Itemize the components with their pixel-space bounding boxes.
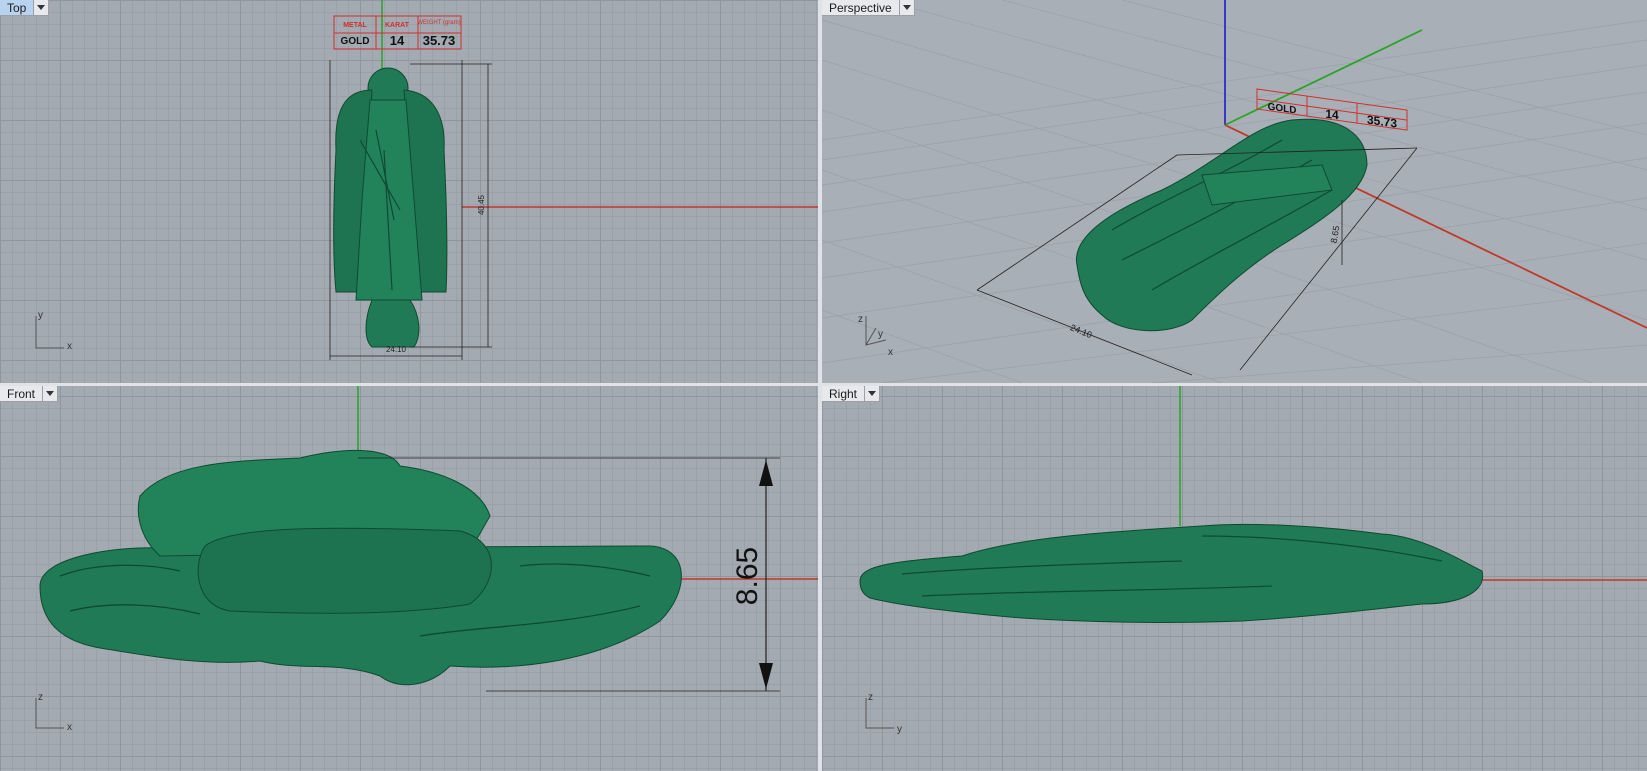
table-value-karat: 14	[1325, 107, 1339, 123]
angel-model-right[interactable]	[859, 523, 1484, 623]
angel-model-top[interactable]	[333, 67, 448, 348]
viewport-label[interactable]: Front	[0, 386, 44, 402]
table-value-weight: 35.73	[1367, 113, 1397, 131]
chevron-down-icon[interactable]	[43, 386, 59, 402]
viewport-right[interactable]: Right z y	[822, 386, 1647, 771]
axis-gizmo-top: y x	[35, 310, 72, 352]
table-value-karat: 14	[390, 33, 405, 48]
dimension-height-label: 8.65	[731, 547, 764, 605]
axis-label-z: z	[38, 692, 43, 703]
chevron-down-icon[interactable]	[34, 0, 50, 16]
table-value-weight: 35.73	[423, 33, 456, 48]
info-table: METAL KARAT WEIGHT (gram) GOLD 14 35.73	[333, 15, 462, 50]
y-axis-line	[1224, 29, 1423, 126]
viewport-label[interactable]: Right	[822, 386, 866, 402]
table-header-metal: METAL	[343, 22, 367, 29]
axis-label-z: z	[858, 314, 863, 325]
viewport-perspective[interactable]: Perspective GOLD 14 35.73 24.10 8.65 z y…	[822, 0, 1647, 383]
dimension-height-label: 8.65	[1329, 225, 1342, 244]
table-header-karat: KARAT	[385, 22, 410, 29]
angel-model-front[interactable]	[39, 450, 682, 686]
table-value-metal: GOLD	[341, 36, 370, 47]
viewport-area: Top METAL KARAT WEIGHT (gram) GOLD 14 35…	[0, 0, 1647, 771]
axis-label-y: y	[897, 724, 902, 735]
axis-label-x: x	[67, 341, 72, 352]
axis-label-x: x	[67, 722, 72, 733]
viewport-title-right[interactable]: Right	[822, 386, 881, 402]
dimension-width-label: 24.10	[1069, 322, 1094, 340]
viewport-title-front[interactable]: Front	[0, 386, 59, 402]
viewport-title-top[interactable]: Top	[0, 0, 50, 16]
dimension-height-label: 40.45	[477, 194, 486, 215]
right-scene: z y	[859, 386, 1647, 735]
axis-label-x: x	[888, 347, 893, 358]
viewport-title-perspective[interactable]: Perspective	[822, 0, 915, 16]
viewport-front[interactable]: Front 8.65 z x	[0, 386, 818, 771]
front-scene: 8.65 z x	[35, 386, 818, 733]
viewport-top[interactable]: Top METAL KARAT WEIGHT (gram) GOLD 14 35…	[0, 0, 818, 383]
dimension-width-label: 24.10	[386, 345, 407, 354]
axis-gizmo-right: z y	[865, 692, 902, 735]
table-header-weight: WEIGHT (gram)	[417, 20, 460, 26]
chevron-down-icon[interactable]	[899, 0, 915, 16]
perspective-scene: GOLD 14 35.73 24.10 8.65 z y x	[822, 0, 1647, 383]
axis-label-y: y	[38, 310, 43, 321]
top-scene: METAL KARAT WEIGHT (gram) GOLD 14 35.73	[35, 0, 818, 360]
axis-label-z: z	[868, 692, 873, 703]
axis-gizmo-front: z x	[35, 692, 72, 733]
chevron-down-icon[interactable]	[865, 386, 881, 402]
viewport-label[interactable]: Top	[0, 0, 35, 16]
axis-label-y: y	[878, 329, 883, 340]
axis-gizmo-perspective: z y x	[858, 314, 893, 358]
viewport-label[interactable]: Perspective	[822, 0, 900, 16]
